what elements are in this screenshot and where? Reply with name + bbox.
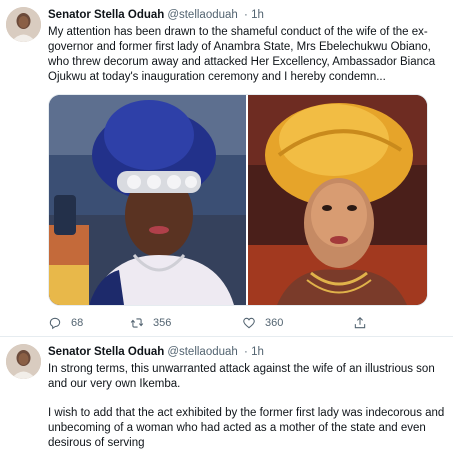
separator-dot: · [244,9,248,21]
photo-left[interactable] [49,95,247,305]
photo-right[interactable] [247,95,427,305]
share-button[interactable] [353,314,376,332]
tweet-header: Senator Stella Oduah @stellaoduah · 1h [48,345,445,359]
author-name[interactable]: Senator Stella Oduah [48,9,164,21]
heart-icon [243,317,255,329]
author-name[interactable]: Senator Stella Oduah [48,346,164,358]
like-count: 360 [265,317,284,329]
reply-count: 68 [71,317,84,329]
author-handle[interactable]: @stellaoduah [167,346,238,358]
tweet-text: In strong terms, this unwarranted attack… [48,362,445,451]
tweet-time[interactable]: 1h [251,346,264,358]
reply-icon [49,317,61,330]
avatar[interactable] [6,344,41,379]
tweet-text-paragraph: My attention has been drawn to the shame… [48,26,436,83]
tweet-media[interactable] [48,94,428,306]
avatar[interactable] [6,7,41,42]
tweet[interactable]: Senator Stella Oduah @stellaoduah · 1h My… [0,0,453,337]
reply-button[interactable]: 68 [48,314,83,332]
separator-dot: · [244,346,248,358]
tweet-text: My attention has been drawn to the shame… [48,25,445,85]
tweet-header: Senator Stella Oduah @stellaoduah · 1h [48,8,445,22]
tweet-time[interactable]: 1h [251,9,264,21]
tweet-text-paragraph: I wish to add that the act exhibited by … [48,407,445,449]
retweet-button[interactable]: 356 [130,314,171,332]
tweet[interactable]: Senator Stella Oduah @stellaoduah · 1h In… [0,337,453,458]
tweet-actions: 68 356 360 [48,314,378,332]
share-icon [354,317,366,329]
tweet-text-paragraph: In strong terms, this unwarranted attack… [48,363,435,390]
like-button[interactable]: 360 [242,314,283,332]
author-handle[interactable]: @stellaoduah [167,9,238,21]
retweet-icon [130,318,144,328]
retweet-count: 356 [153,317,172,329]
